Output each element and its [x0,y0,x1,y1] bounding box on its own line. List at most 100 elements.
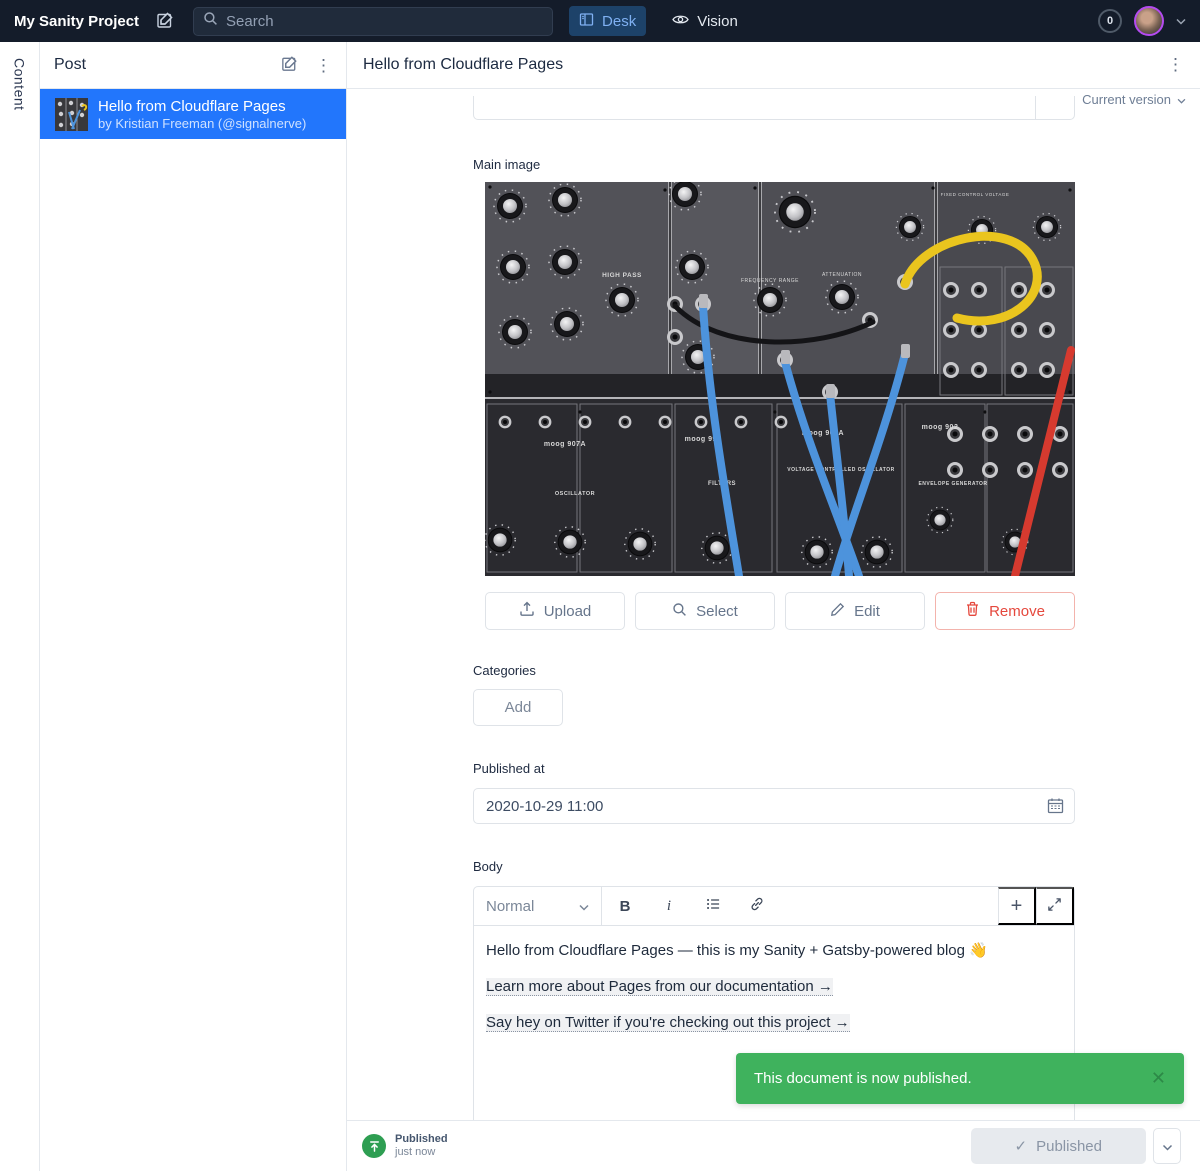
status-title: Published [395,1133,448,1146]
version-label: Current version [1082,92,1171,107]
content-rail-label: Content [12,58,28,111]
edit-button[interactable]: Edit [785,592,925,630]
body-link-documentation[interactable]: Learn more about Pages from our document… [486,978,833,996]
style-select[interactable]: Normal [474,887,602,925]
remove-button[interactable]: Remove [935,592,1075,630]
list-menu-button[interactable]: ⋮ [315,57,332,74]
ellipsis-vertical-icon: ⋮ [315,56,332,75]
chevron-down-icon [579,898,589,915]
photo-label: HIGH PASS [602,272,642,279]
italic-icon: i [667,898,671,915]
toast-message: This document is now published. [754,1070,972,1087]
plus-icon: + [1011,895,1023,918]
compose-icon [280,54,299,76]
upload-button[interactable]: Upload [485,592,625,630]
eye-icon [672,13,689,30]
photo-label: moog 907A [544,441,586,448]
upload-label: Upload [544,603,592,620]
notifications-badge[interactable]: 0 [1098,9,1122,33]
image-actions: Upload Select Edit Remove [485,592,1075,630]
upload-icon [519,601,535,621]
tab-vision-label: Vision [697,13,738,30]
select-label: Select [696,603,738,620]
italic-button[interactable]: i [654,891,684,921]
tab-desk-label: Desk [602,13,636,30]
bold-button[interactable]: B [610,891,640,921]
categories-label: Categories [473,663,536,678]
trash-icon [965,601,980,621]
search-icon [203,11,218,31]
expand-icon [1047,895,1062,918]
edit-label: Edit [854,603,880,620]
status-time: just now [395,1146,448,1159]
photo-label: ENVELOPE GENERATOR [918,481,987,487]
document-status-bar: Published just now ✓ Published [347,1120,1200,1171]
doc-title: Hello from Cloudflare Pages [363,56,563,74]
body-link-twitter[interactable]: Say hey on Twitter if you're checking ou… [486,1014,850,1032]
check-icon: ✓ [1015,1137,1028,1155]
select-button[interactable]: Select [635,592,775,630]
desk-icon [579,12,594,31]
close-icon[interactable]: ✕ [1151,1068,1166,1089]
published-at-field [473,788,1075,824]
chevron-down-icon[interactable] [1176,12,1186,30]
bullet-list-button[interactable] [698,891,728,921]
ellipsis-vertical-icon: ⋮ [1167,55,1184,74]
main-image-label: Main image [473,157,540,172]
tab-vision[interactable]: Vision [662,6,748,36]
photo-label: OSCILLATOR [555,491,595,497]
publish-button[interactable]: ✓ Published [971,1128,1146,1164]
link-button[interactable] [742,891,772,921]
remove-label: Remove [989,603,1045,620]
style-select-value: Normal [486,898,534,915]
bullet-list-icon [705,896,722,917]
list-item-hello-from-cloudflare-pages[interactable]: Hello from Cloudflare Pages by Kristian … [40,89,346,139]
published-at-input[interactable] [473,788,1075,824]
list-item-thumbnail [55,98,88,131]
insert-block-button[interactable]: + [998,887,1036,925]
bold-icon: B [620,898,631,915]
slug-field-cutoff[interactable] [473,96,1075,120]
link-icon [749,896,765,917]
new-document-button[interactable] [155,10,175,33]
version-selector[interactable]: Current version [1082,92,1186,107]
body-label: Body [473,859,503,874]
editor-toolbar: Normal B i [474,887,1074,926]
list-item-subtitle: by Kristian Freeman (@signalnerve) [98,116,306,132]
project-title: My Sanity Project [14,13,139,30]
chevron-down-icon [1177,92,1186,107]
user-avatar[interactable] [1134,6,1164,36]
list-item-title: Hello from Cloudflare Pages [98,97,306,116]
photo-label: FIXED CONTROL VOLTAGE [941,192,1010,197]
photo-label: FREQUENCY RANGE [741,278,799,284]
publish-status-icon [362,1134,386,1158]
search-icon [672,602,687,621]
main-image-photo[interactable]: HIGH PASS FREQUENCY RANGE ATTENUATION FI… [485,182,1075,576]
publish-menu-button[interactable] [1153,1128,1181,1164]
publish-success-toast: This document is now published. ✕ [736,1053,1184,1104]
search-input[interactable] [226,13,543,30]
field-divider [1035,96,1036,119]
publish-button-label: Published [1036,1138,1102,1155]
pencil-icon [830,602,845,621]
list-pane-header: Post ⋮ [40,42,346,89]
global-search[interactable] [193,7,553,36]
content-rail[interactable]: Content [0,42,40,1171]
sanity-studio: My Sanity Project Desk Vision 0 [0,0,1200,1171]
calendar-icon[interactable] [1047,797,1064,819]
list-pane-title: Post [54,56,86,74]
doc-header: Hello from Cloudflare Pages ⋮ [347,42,1200,89]
document-editor-pane: Hello from Cloudflare Pages ⋮ Current ve… [347,42,1200,1171]
document-list-pane: Post ⋮ [40,42,347,1171]
add-category-button[interactable]: Add [473,689,563,726]
doc-menu-button[interactable]: ⋮ [1167,56,1184,73]
editor-content[interactable]: Hello from Cloudflare Pages — this is my… [474,926,1074,1062]
top-navbar: My Sanity Project Desk Vision 0 [0,0,1200,42]
chevron-down-icon [1162,1139,1173,1154]
fullscreen-button[interactable] [1036,887,1074,925]
tab-desk[interactable]: Desk [569,6,646,36]
create-post-button[interactable] [280,54,299,76]
photo-label: moog 902 [922,424,959,431]
published-at-label: Published at [473,761,545,776]
compose-icon [155,10,175,33]
